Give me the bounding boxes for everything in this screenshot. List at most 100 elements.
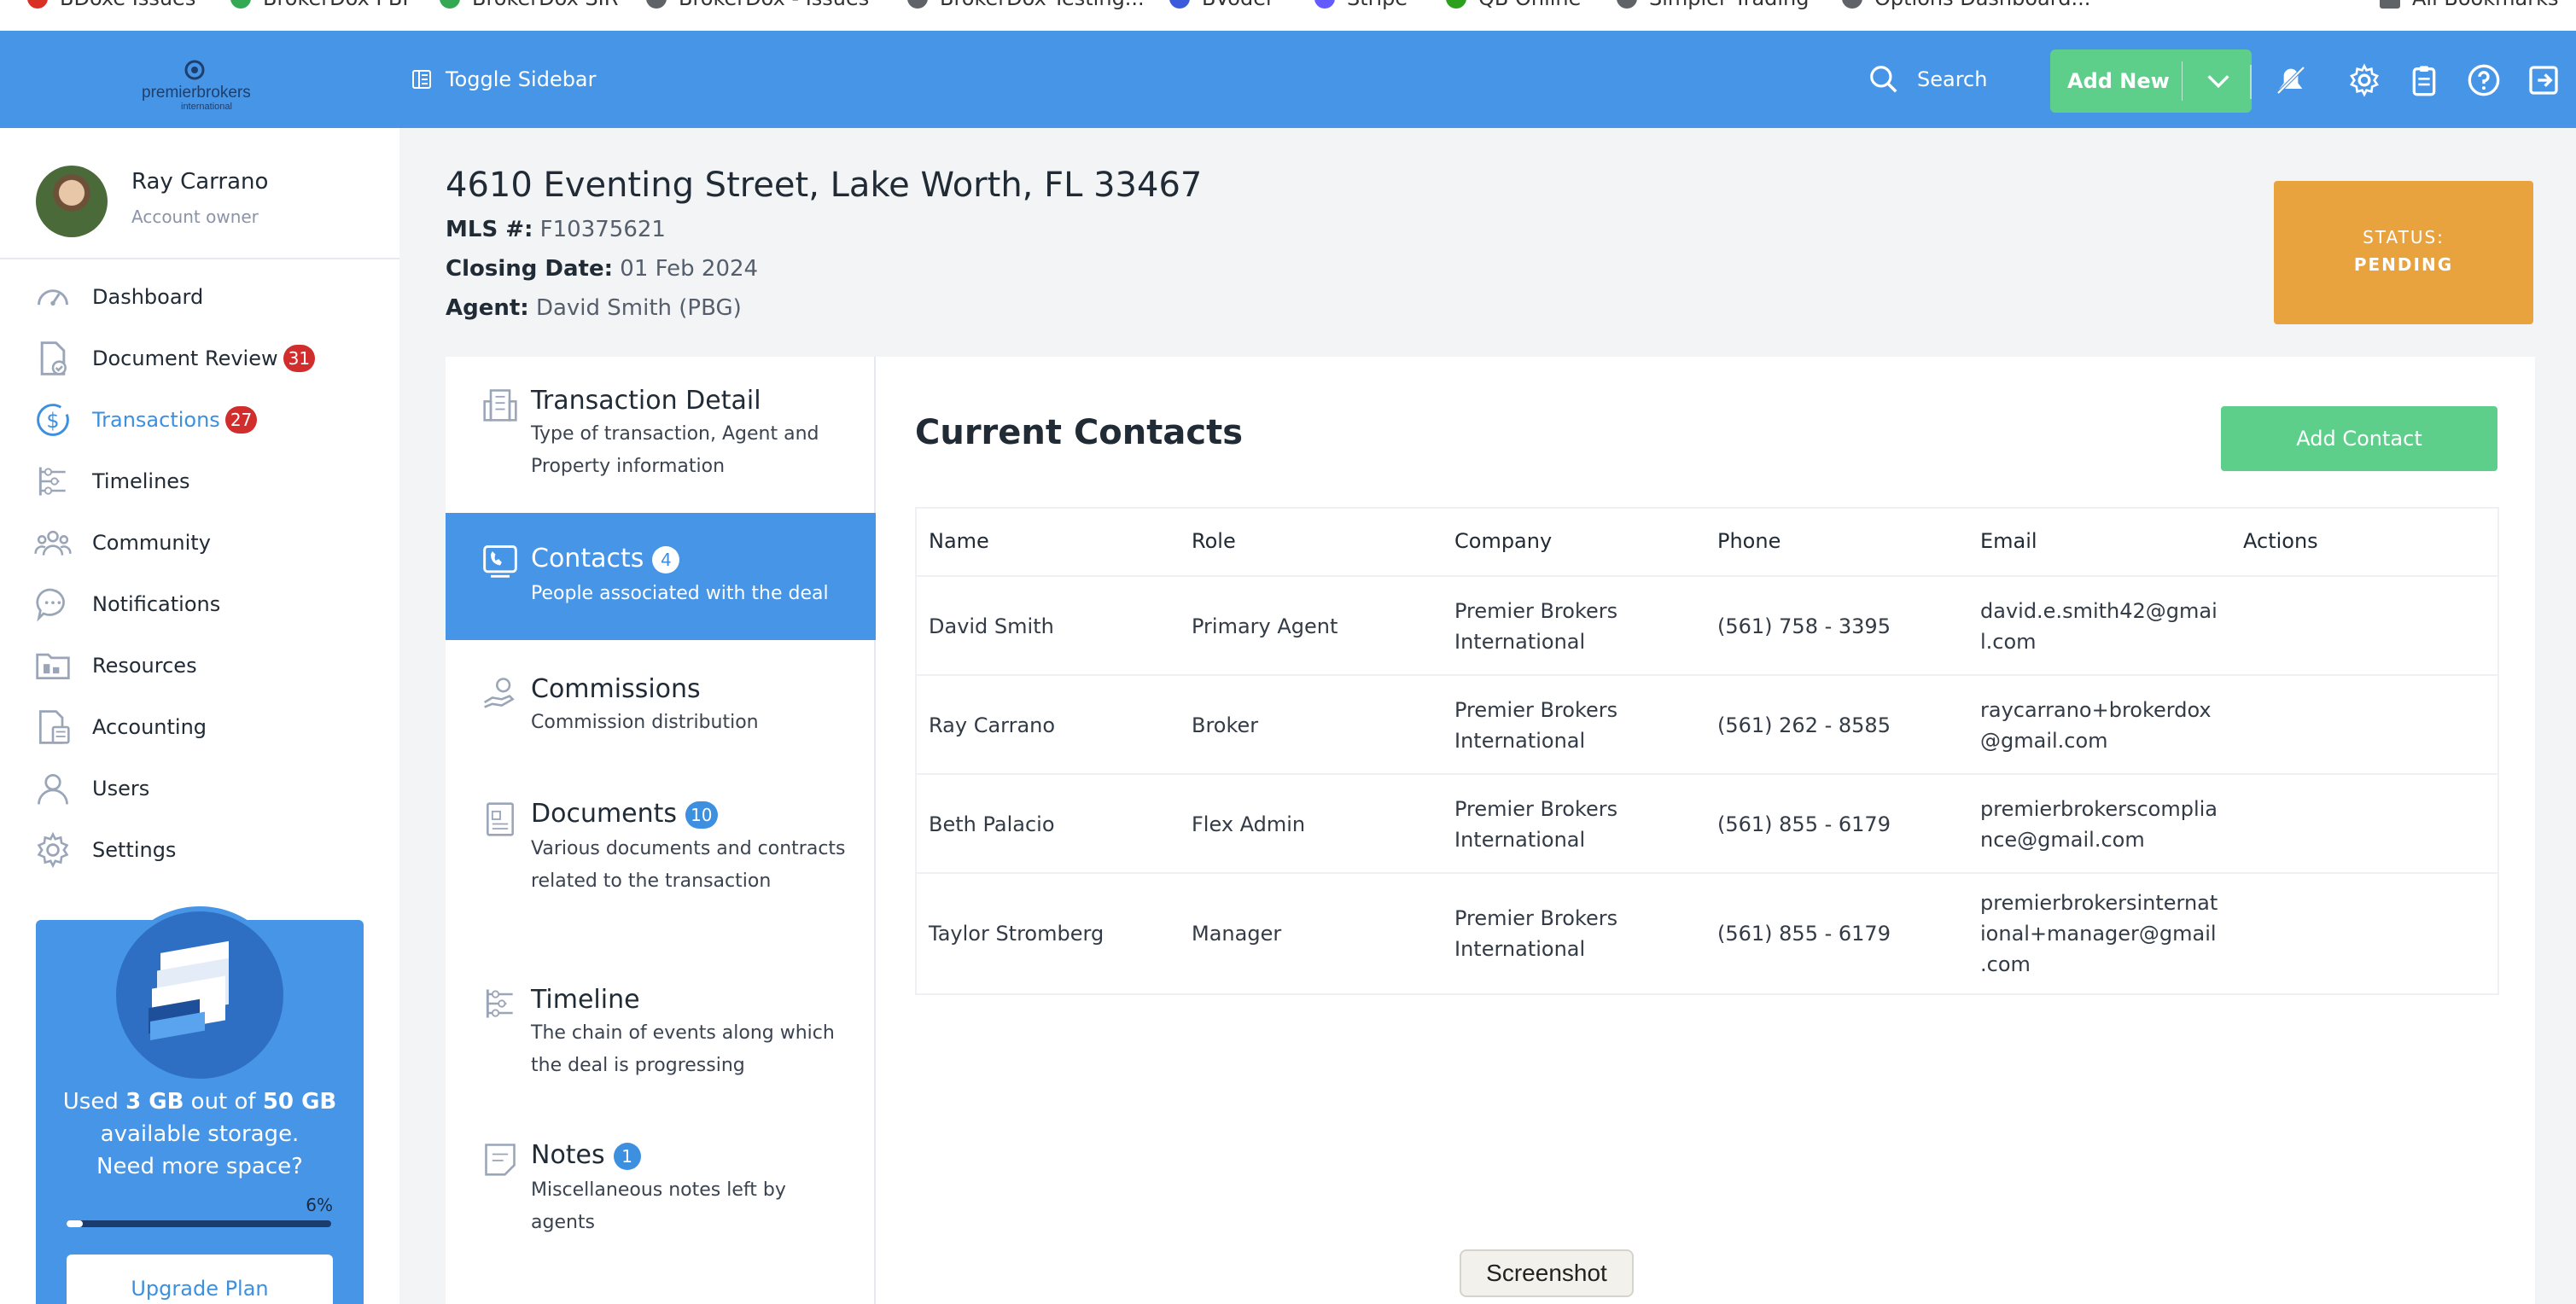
screenshot-tooltip: Screenshot xyxy=(1460,1249,1634,1297)
storage-illustration xyxy=(111,906,288,1084)
bookmark-item[interactable]: Stripe xyxy=(1314,0,1407,10)
page-title: 4610 Eventing Street, Lake Worth, FL 334… xyxy=(446,166,1203,205)
bookmark-item[interactable]: BrokerDox PBI xyxy=(230,0,408,10)
column-header[interactable]: Name xyxy=(929,529,989,553)
sidebar-item-document-review[interactable]: Document Review 31 xyxy=(34,335,376,382)
bookmark-item[interactable]: BrokerDox SIR xyxy=(440,0,618,10)
tab-title: Transaction Detail xyxy=(531,386,761,416)
sidebar-item-settings[interactable]: Settings xyxy=(34,826,376,874)
tab-description: The chain of events along which the deal… xyxy=(531,1022,835,1076)
contact-company: Premier Brokers International xyxy=(1454,599,1618,654)
globe-icon xyxy=(646,0,667,9)
shield-icon xyxy=(27,0,48,9)
table-row[interactable]: Taylor Stromberg Manager Premier Brokers… xyxy=(917,874,2497,993)
table-header: Name Role Company Phone Email Actions xyxy=(917,509,2497,577)
chat-bubble-icon xyxy=(36,588,65,622)
bell-off-icon[interactable] xyxy=(2274,63,2308,97)
notes-icon xyxy=(485,1144,516,1176)
bookmark-item[interactable]: BrokerDox Testing... xyxy=(907,0,1145,10)
status-value: PENDING xyxy=(2353,254,2454,275)
contact-name: Beth Palacio xyxy=(929,812,1055,836)
avatar[interactable] xyxy=(36,166,108,237)
bookmark-item[interactable]: BDoxe Issues xyxy=(27,0,195,10)
user-profile[interactable]: Ray Carrano Account owner xyxy=(0,128,399,259)
sidebar-item-label: Document Review xyxy=(92,346,278,370)
storage-widget: Used 3 GB out of 50 GB available storage… xyxy=(36,906,364,1304)
table-row[interactable]: Ray Carrano Broker Premier Brokers Intern… xyxy=(917,676,2497,775)
tab-description: People associated with the deal xyxy=(531,583,829,604)
sidebar-item-notifications[interactable]: Notifications xyxy=(34,580,376,628)
gear-icon xyxy=(37,831,69,869)
bookmark-item[interactable]: All Bookmarks xyxy=(2380,0,2558,10)
mls-info: MLS #: F10375621 xyxy=(446,217,666,242)
clipboard-icon[interactable] xyxy=(2407,63,2441,97)
tab-description: Various documents and contracts related … xyxy=(531,838,846,892)
table-row[interactable]: Beth Palacio Flex Admin Premier Brokers I… xyxy=(917,775,2497,874)
globe-icon xyxy=(907,0,928,9)
contact-email: david.e.smith42@gmai l.com xyxy=(1980,599,2218,654)
contact-name: David Smith xyxy=(929,614,1054,638)
bookmark-item[interactable]: QB Online xyxy=(1446,0,1581,10)
tab-title: Timeline xyxy=(531,985,640,1015)
column-header[interactable]: Phone xyxy=(1717,529,1780,553)
contact-role: Manager xyxy=(1192,922,1282,946)
building-icon xyxy=(483,389,517,422)
sidebar-item-community[interactable]: Community xyxy=(34,519,376,567)
toggle-sidebar-button[interactable]: Toggle Sidebar xyxy=(411,65,597,94)
app-icon xyxy=(1169,0,1190,9)
add-new-label: Add New xyxy=(2067,69,2170,93)
help-icon[interactable] xyxy=(2467,63,2501,97)
tab-documents[interactable]: Documents 10 Various documents and contra… xyxy=(446,765,876,954)
sidebar-item-label: Settings xyxy=(92,838,177,862)
sidebar-item-label: Dashboard xyxy=(92,285,204,309)
contact-phone: (561) 758 - 3395 xyxy=(1717,614,1891,638)
contact-phone: (561) 855 - 6179 xyxy=(1717,812,1891,836)
bookmark-item[interactable]: Simpler Trading xyxy=(1617,0,1810,10)
sidebar-item-dashboard[interactable]: Dashboard xyxy=(34,273,376,321)
contacts-section: Current Contacts Add Contact Name Role C… xyxy=(876,357,2535,1304)
section-title: Current Contacts xyxy=(915,413,1244,452)
chevron-down-icon[interactable] xyxy=(2204,67,2233,96)
sidebar-item-resources[interactable]: Resources xyxy=(34,642,376,690)
closing-date-info: Closing Date: 01 Feb 2024 xyxy=(446,256,759,282)
table-row[interactable]: David Smith Primary Agent Premier Broker… xyxy=(917,577,2497,676)
community-icon xyxy=(34,530,72,556)
tab-commissions[interactable]: Commissions Commission distribution xyxy=(446,640,876,765)
contact-company: Premier Brokers International xyxy=(1454,906,1618,961)
tab-transaction-detail[interactable]: Transaction Detail Type of transaction, … xyxy=(446,357,876,509)
tab-timeline[interactable]: Timeline The chain of events along which… xyxy=(446,954,876,1108)
search-button[interactable]: Search xyxy=(1868,63,1987,96)
stripe-icon xyxy=(1314,0,1335,9)
tab-contacts[interactable]: Contacts 4 People associated with the dea… xyxy=(446,513,876,640)
contact-role: Flex Admin xyxy=(1192,812,1306,836)
tab-notes[interactable]: Notes 1 Miscellaneous notes left by agent… xyxy=(446,1108,876,1261)
upgrade-plan-button[interactable]: Upgrade Plan xyxy=(67,1255,333,1304)
add-new-button[interactable]: Add New xyxy=(2050,49,2252,113)
sidebar-item-transactions[interactable]: $ Transactions 27 xyxy=(34,396,376,444)
column-header[interactable]: Company xyxy=(1454,529,1552,553)
bookmark-item[interactable]: BrokerDox - Issues xyxy=(646,0,869,10)
count-badge: 31 xyxy=(283,345,316,372)
contact-name: Taylor Stromberg xyxy=(929,922,1104,946)
count-badge: 1 xyxy=(613,1142,641,1170)
contact-email: raycarrano+brokerdox @gmail.com xyxy=(1980,698,2212,753)
sidebar-item-users[interactable]: Users xyxy=(34,765,376,812)
gear-icon[interactable] xyxy=(2347,63,2381,97)
folder-icon xyxy=(2380,0,2400,9)
company-logo[interactable]: premierbrokers international xyxy=(137,60,265,113)
count-badge: 27 xyxy=(224,406,258,434)
agent-value: David Smith (PBG) xyxy=(535,295,742,321)
column-header[interactable]: Role xyxy=(1192,529,1236,553)
tab-description: Commission distribution xyxy=(531,712,759,733)
sidebar-item-timelines[interactable]: Timelines xyxy=(34,457,376,505)
main-content: 4610 Eventing Street, Lake Worth, FL 334… xyxy=(399,128,2576,1304)
add-contact-button[interactable]: Add Contact xyxy=(2221,406,2497,471)
column-header: Actions xyxy=(2243,529,2318,553)
status-label: STATUS: xyxy=(2363,227,2445,247)
dashboard-icon xyxy=(38,289,68,306)
bookmark-item[interactable]: BVoder xyxy=(1169,0,1274,10)
logout-icon[interactable] xyxy=(2526,63,2561,97)
search-label: Search xyxy=(1917,67,1988,91)
sidebar-item-accounting[interactable]: Accounting xyxy=(34,703,376,751)
bookmark-item[interactable]: Options Dashboard... xyxy=(1842,0,2090,10)
